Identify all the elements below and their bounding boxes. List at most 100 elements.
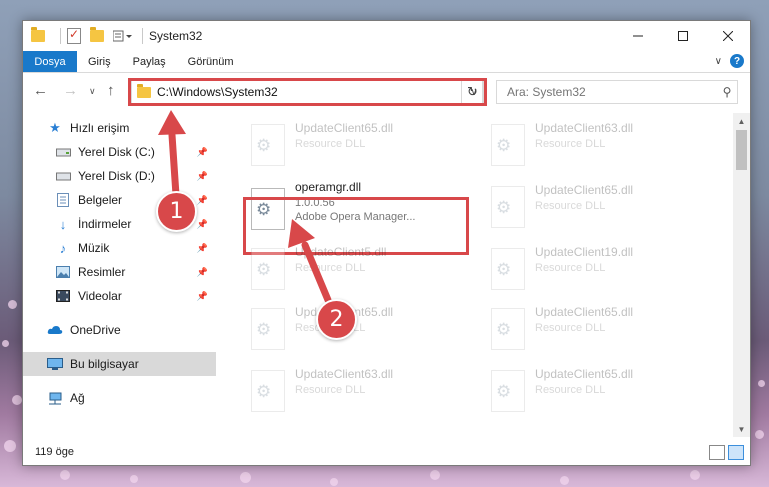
sidebar-item-network[interactable]: Ağ (23, 386, 216, 410)
ribbon-tabs: Dosya Giriş Paylaş Görünüm ∨ ? (23, 51, 750, 73)
step-1-badge: 1 (156, 191, 197, 232)
file-name: UpdateClient65.dll (295, 121, 394, 135)
tab-home[interactable]: Giriş (77, 51, 122, 72)
sidebar-item-videos[interactable]: Videolar 📌 (23, 284, 216, 308)
file-name: UpdateClient65.dll (535, 367, 634, 381)
file-item[interactable]: ⚙ UpdateClient63.dll Resource DLL (243, 365, 473, 417)
toolbar-divider (142, 28, 143, 44)
sidebar-item-this-pc[interactable]: Bu bilgisayar (23, 352, 216, 376)
sidebar-item-pictures[interactable]: Resimler 📌 (23, 260, 216, 284)
sidebar-item-label: Belgeler (78, 193, 123, 207)
folder-icon (31, 27, 45, 42)
sidebar-item-label: İndirmeler (78, 217, 132, 231)
file-type: Resource DLL (535, 322, 606, 334)
pictures-icon (55, 265, 71, 279)
search-input[interactable] (505, 84, 717, 100)
tiles-view-icon[interactable] (728, 445, 744, 460)
customize-toolbar-icon[interactable] (112, 30, 132, 42)
window-title: System32 (149, 29, 203, 43)
file-item[interactable]: ⚙ UpdateClient65.dll Resource DLL (483, 365, 713, 417)
ribbon-controls: ∨ ? (715, 54, 744, 68)
new-folder-icon[interactable] (90, 27, 104, 42)
back-arrow-icon[interactable]: ← (33, 82, 48, 99)
file-name: UpdateClient63.dll (295, 367, 394, 381)
file-name: UpdateClient5.dll (295, 245, 387, 259)
file-type: Resource DLL (295, 384, 366, 396)
file-item[interactable]: ⚙ UpdateClient65.dll Resource DLL (483, 181, 713, 233)
sidebar-item-label: OneDrive (70, 323, 121, 337)
title-bar: System32 (23, 21, 750, 51)
dll-file-icon: ⚙ (491, 124, 525, 166)
tab-file[interactable]: Dosya (23, 51, 77, 72)
details-view-icon[interactable] (709, 445, 725, 460)
dll-file-icon: ⚙ (251, 370, 285, 412)
file-item[interactable]: ⚙ UpdateClient63.dll Resource DLL (483, 119, 713, 171)
pin-icon[interactable]: 📌 (197, 243, 208, 254)
star-icon: ★ (49, 120, 61, 135)
sidebar-item-label: Yerel Disk (D:) (78, 169, 155, 183)
close-icon (722, 31, 733, 41)
minimize-button[interactable] (615, 21, 660, 51)
file-type: Resource DLL (535, 384, 606, 396)
sidebar-item-local-disk-c[interactable]: Yerel Disk (C:) 📌 (23, 140, 216, 164)
maximize-icon (677, 31, 688, 41)
sidebar-item-label: Bu bilgisayar (70, 357, 139, 371)
dll-file-icon: ⚙ (491, 370, 525, 412)
item-count: 119 öge (35, 446, 74, 458)
file-item[interactable]: ⚙ UpdateClient65.dll Resource DLL (483, 303, 713, 355)
close-button[interactable] (705, 21, 750, 51)
pin-icon[interactable]: 📌 (197, 147, 208, 158)
toolbar-divider (60, 28, 61, 44)
maximize-button[interactable] (660, 21, 705, 51)
pin-icon[interactable]: 📌 (197, 219, 208, 230)
download-icon: ↓ (59, 216, 67, 232)
sidebar-item-quick-access[interactable]: ★ Hızlı erişim (23, 116, 216, 140)
tab-view[interactable]: Görünüm (177, 51, 245, 72)
pin-icon[interactable]: 📌 (197, 171, 208, 182)
dll-file-icon: ⚙ (491, 186, 525, 228)
music-icon: ♪ (59, 240, 67, 256)
search-icon[interactable]: ⚲ (717, 85, 737, 99)
pin-icon[interactable]: 📌 (197, 267, 208, 278)
up-arrow-icon[interactable]: ↑ (107, 82, 115, 99)
file-type: Resource DLL (535, 262, 606, 274)
sidebar-item-onedrive[interactable]: OneDrive (23, 318, 216, 342)
pin-icon[interactable]: 📌 (197, 291, 208, 302)
search-box[interactable]: ⚲ (496, 80, 738, 104)
dll-file-icon: ⚙ (251, 124, 285, 166)
sidebar-item-label: Resimler (78, 265, 126, 279)
pin-icon[interactable]: 📌 (197, 195, 208, 206)
cloud-icon (47, 323, 63, 337)
file-list: ⚙ UpdateClient65.dll Resource DLL ⚙ oper… (233, 113, 735, 437)
scroll-thumb[interactable] (736, 130, 747, 170)
file-name: UpdateClient65.dll (535, 183, 634, 197)
file-name: UpdateClient63.dll (535, 121, 634, 135)
address-toolbar: ← → ∨ ↑ C:\Windows\System32 ∨ ↻ ⚲ (23, 73, 750, 111)
sidebar-item-music[interactable]: ♪ Müzik 📌 (23, 236, 216, 260)
forward-arrow-icon[interactable]: → (63, 82, 78, 99)
properties-icon[interactable] (67, 27, 81, 44)
recent-locations-icon[interactable]: ∨ (89, 86, 96, 97)
tab-share[interactable]: Paylaş (122, 51, 177, 72)
video-icon (55, 289, 71, 303)
vertical-scrollbar[interactable]: ▲ ▼ (733, 113, 750, 437)
file-item[interactable]: ⚙ UpdateClient65.dll Resource DLL (243, 119, 473, 171)
file-explorer-window: System32 Dosya Giriş Paylaş Görünüm ∨ ? … (22, 20, 751, 466)
file-item[interactable]: ⚙ UpdateClient5.dll Resource DLL (243, 243, 473, 295)
file-item[interactable]: ⚙ UpdateClient19.dll Resource DLL (483, 243, 713, 295)
file-type: Resource DLL (535, 138, 606, 150)
window-controls (615, 21, 750, 51)
step-2-badge: 2 (316, 299, 357, 340)
scroll-up-icon[interactable]: ▲ (733, 113, 750, 129)
sidebar-item-label: Videolar (78, 289, 122, 303)
sidebar-item-label: Yerel Disk (C:) (78, 145, 155, 159)
minimize-icon (632, 35, 643, 37)
file-type: Resource DLL (535, 200, 606, 212)
help-icon[interactable]: ? (730, 54, 744, 68)
status-bar: 119 öge (23, 439, 750, 465)
file-item[interactable]: ⚙ UpdateClient65.dll Resource DLL (243, 303, 473, 355)
scroll-down-icon[interactable]: ▼ (733, 421, 750, 437)
sidebar-item-local-disk-d[interactable]: Yerel Disk (D:) 📌 (23, 164, 216, 188)
expand-ribbon-icon[interactable]: ∨ (715, 56, 722, 67)
network-icon (47, 391, 63, 405)
